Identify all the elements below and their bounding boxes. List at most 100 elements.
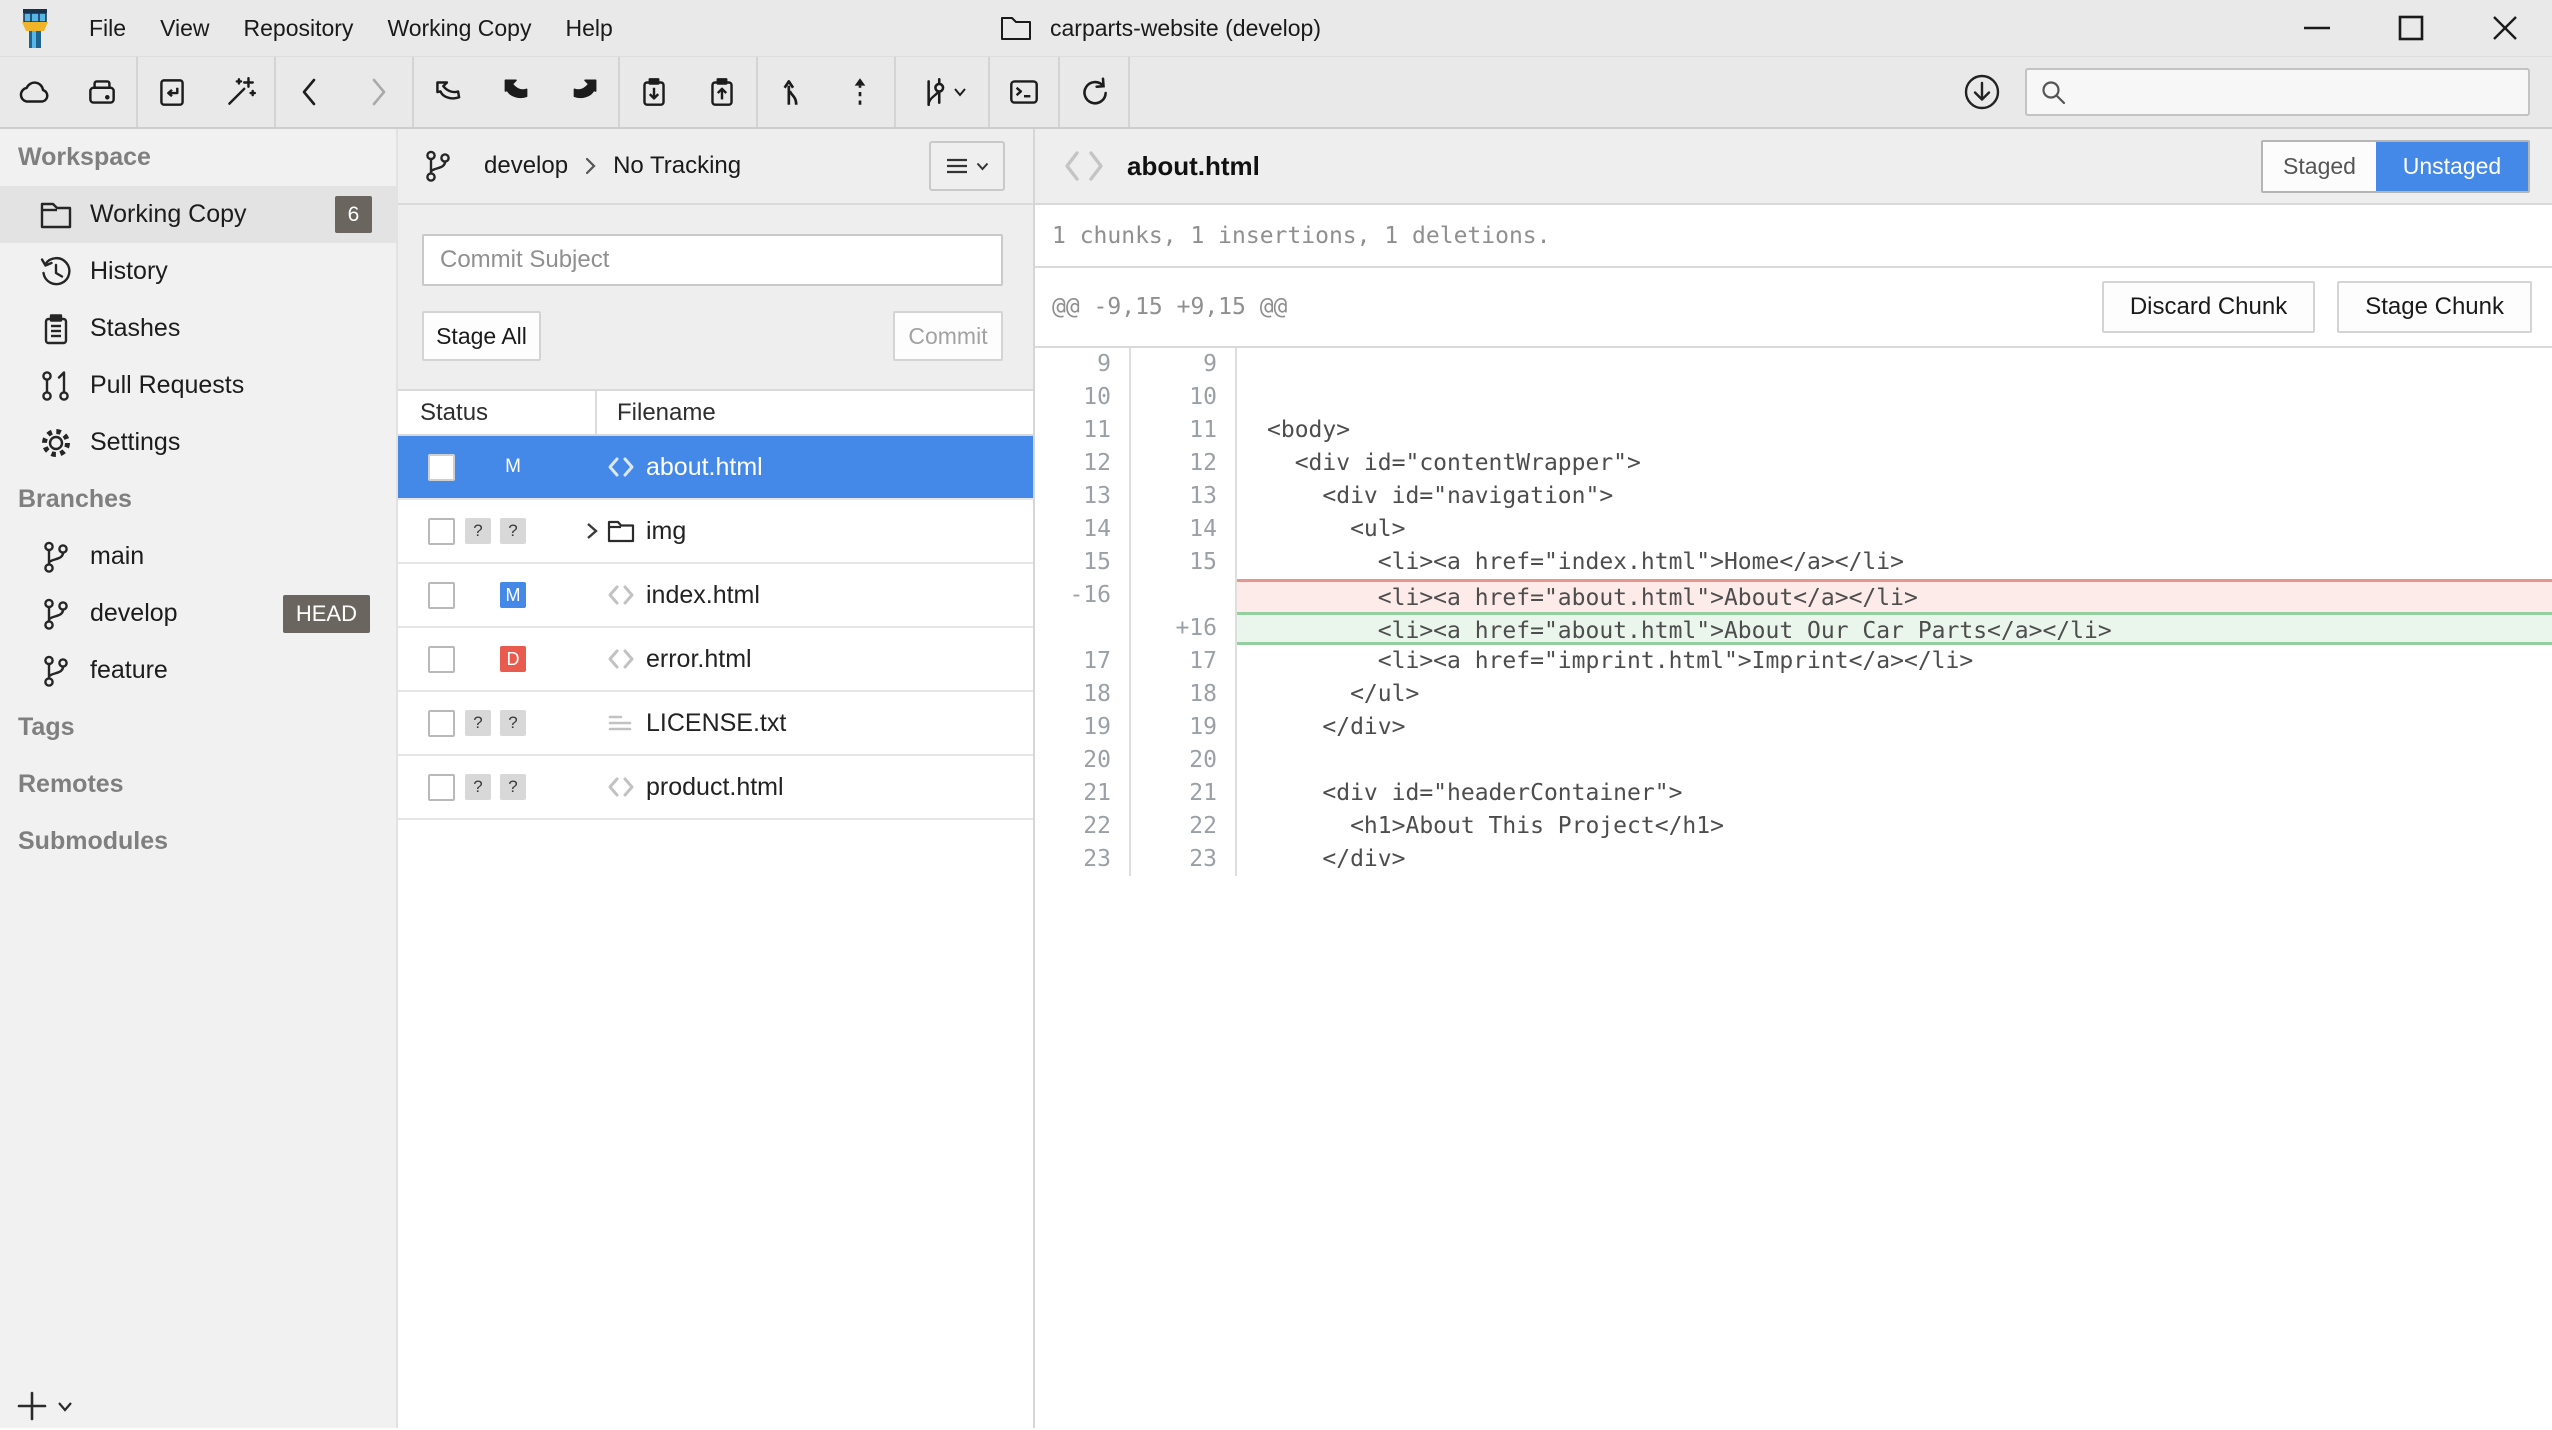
file-name: product.html [646, 773, 784, 802]
sidebar-item-settings[interactable]: Settings [0, 414, 396, 471]
stage-checkbox[interactable] [428, 774, 455, 801]
hunk-header: @@ -9,15 +9,15 @@ [1052, 294, 1287, 320]
tab-unstaged[interactable]: Unstaged [2376, 142, 2528, 191]
diff-line: 1111<body> [1035, 414, 2552, 447]
diff-line: 1515 <li><a href="index.html">Home</a></… [1035, 546, 2552, 579]
compare-icon[interactable] [896, 57, 988, 127]
code-file-icon [1061, 148, 1107, 184]
file-row-about[interactable]: M about.html [398, 436, 1033, 500]
status-badge-modified: M [500, 454, 526, 480]
status-badge-modified: M [500, 582, 526, 608]
status-badge-untracked: ? [465, 518, 491, 544]
branch-label: feature [90, 656, 168, 685]
sidebar-item-pull-requests[interactable]: Pull Requests [0, 357, 396, 414]
diff-summary: 1 chunks, 1 insertions, 1 deletions. [1035, 205, 2552, 268]
diff-line: 2020 [1035, 744, 2552, 777]
menu-file[interactable]: File [72, 0, 143, 56]
folder-icon [1000, 15, 1032, 41]
sidebar-branch-develop[interactable]: develop HEAD [0, 585, 396, 642]
commit-clipboard-icon[interactable] [138, 57, 206, 127]
status-column-header: Status [398, 391, 597, 434]
menu-working-copy[interactable]: Working Copy [370, 0, 548, 56]
tracking-status[interactable]: No Tracking [613, 152, 741, 180]
stage-checkbox[interactable] [428, 710, 455, 737]
menu-help[interactable]: Help [548, 0, 629, 56]
fetch-icon[interactable] [482, 57, 550, 127]
refresh-icon[interactable] [1060, 57, 1128, 127]
file-name: about.html [646, 453, 763, 482]
archive-icon[interactable] [68, 57, 136, 127]
stage-all-button[interactable]: Stage All [422, 311, 541, 361]
menu-repository[interactable]: Repository [227, 0, 371, 56]
sidebar-item-label: History [90, 257, 168, 286]
code-file-icon [606, 452, 636, 482]
folder-icon [38, 197, 74, 233]
file-row-error[interactable]: D error.html [398, 628, 1033, 692]
file-name: error.html [646, 645, 752, 674]
maximize-button[interactable] [2364, 0, 2458, 56]
diff-panel: about.html Staged Unstaged 1 chunks, 1 i… [1035, 129, 2552, 1428]
tab-staged[interactable]: Staged [2263, 142, 2376, 191]
staged-unstaged-toggle: Staged Unstaged [2261, 140, 2530, 193]
working-copy-count-badge: 6 [335, 196, 372, 233]
stash-apply-icon[interactable] [688, 57, 756, 127]
code-file-icon [606, 580, 636, 610]
diff-line: 1919 </div> [1035, 711, 2552, 744]
gear-icon [38, 425, 74, 461]
file-row-product[interactable]: ? ? product.html [398, 756, 1033, 820]
menu-view[interactable]: View [143, 0, 226, 56]
rebase-icon[interactable] [826, 57, 894, 127]
wand-icon[interactable] [206, 57, 274, 127]
window-title-text: carparts-website (develop) [1050, 15, 1321, 42]
terminal-icon[interactable] [990, 57, 1058, 127]
branch-icon [420, 148, 456, 184]
filename-column-header: Filename [597, 391, 1033, 434]
stage-checkbox[interactable] [428, 454, 455, 481]
app-icon [20, 7, 50, 49]
stage-chunk-button[interactable]: Stage Chunk [2337, 281, 2532, 333]
discard-chunk-button[interactable]: Discard Chunk [2102, 281, 2315, 333]
history-icon [38, 254, 74, 290]
status-badge-untracked: ? [500, 518, 526, 544]
commit-button[interactable]: Commit [893, 311, 1003, 361]
back-icon[interactable] [276, 57, 344, 127]
forward-icon[interactable] [344, 57, 412, 127]
chevron-right-icon [584, 156, 597, 176]
sidebar-item-label: Pull Requests [90, 371, 244, 400]
cloud-icon[interactable] [0, 57, 68, 127]
search-input[interactable] [2077, 79, 2516, 105]
merge-icon[interactable] [758, 57, 826, 127]
sidebar-branch-feature[interactable]: feature [0, 642, 396, 699]
code-file-icon [606, 644, 636, 674]
sidebar-item-history[interactable]: History [0, 243, 396, 300]
sidebar-branch-main[interactable]: main [0, 528, 396, 585]
downloads-icon[interactable] [1961, 71, 2003, 113]
push-icon[interactable] [550, 57, 618, 127]
minimize-button[interactable] [2270, 0, 2364, 56]
stash-save-icon[interactable] [620, 57, 688, 127]
text-file-icon [606, 708, 636, 738]
stage-checkbox[interactable] [428, 518, 455, 545]
diff-line: 99 [1035, 348, 2552, 381]
search-field[interactable] [2025, 68, 2530, 116]
file-row-license[interactable]: ? ? LICENSE.txt [398, 692, 1033, 756]
sidebar-item-working-copy[interactable]: Working Copy 6 [0, 186, 396, 243]
current-branch[interactable]: develop [484, 152, 568, 180]
menubar: File View Repository Working Copy Help [72, 0, 630, 56]
file-row-index[interactable]: M index.html [398, 564, 1033, 628]
branch-status-row: develop No Tracking [398, 129, 1033, 205]
close-button[interactable] [2458, 0, 2552, 56]
expand-chevron-icon[interactable] [584, 519, 600, 543]
file-row-img[interactable]: ? ? img [398, 500, 1033, 564]
status-badge-deleted: D [500, 646, 526, 672]
diff-line: 2222 <h1>About This Project</h1> [1035, 810, 2552, 843]
commit-subject-input[interactable] [422, 234, 1003, 286]
workspace-section-header: Workspace [0, 129, 396, 186]
stage-checkbox[interactable] [428, 646, 455, 673]
pull-icon[interactable] [414, 57, 482, 127]
list-options-button[interactable] [929, 141, 1005, 191]
stage-checkbox[interactable] [428, 582, 455, 609]
sidebar-item-stashes[interactable]: Stashes [0, 300, 396, 357]
diff-line: 1818 </ul> [1035, 678, 2552, 711]
add-repository-button[interactable] [16, 1390, 73, 1422]
